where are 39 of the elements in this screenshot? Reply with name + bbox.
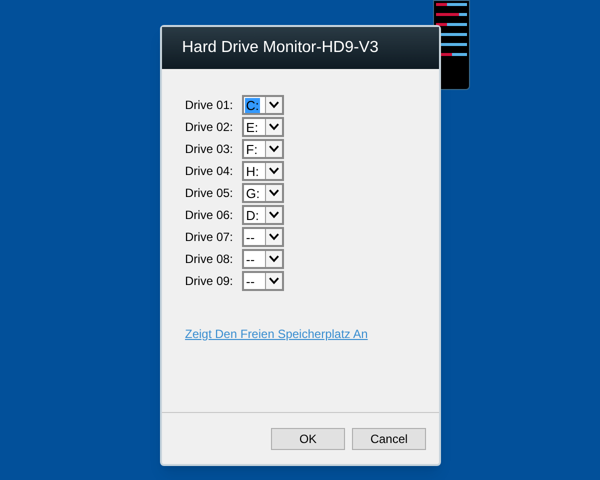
drive-select[interactable]: D: bbox=[242, 205, 284, 225]
drive-select[interactable]: -- bbox=[242, 227, 284, 247]
chevron-icon bbox=[265, 273, 282, 289]
chevron-icon bbox=[265, 141, 282, 157]
select-value: G: bbox=[245, 186, 261, 200]
drive-label: Drive 06: bbox=[185, 207, 234, 224]
drive-select[interactable]: G: bbox=[242, 183, 284, 203]
chevron-icon bbox=[265, 163, 282, 179]
drive-select[interactable]: E: bbox=[242, 117, 284, 137]
select-value: -- bbox=[245, 230, 256, 244]
chevron-icon bbox=[265, 251, 282, 267]
select-value: D: bbox=[245, 208, 260, 222]
dialog-button[interactable]: Cancel bbox=[352, 428, 426, 450]
select-value: H: bbox=[245, 164, 260, 178]
chevron-icon bbox=[265, 229, 282, 245]
chevron-icon bbox=[265, 207, 282, 223]
drive-label: Drive 03: bbox=[185, 141, 234, 158]
select-value: -- bbox=[245, 252, 256, 266]
chevron-icon bbox=[265, 97, 282, 113]
chevron-icon bbox=[265, 119, 282, 135]
drive-label: Drive 07: bbox=[185, 229, 234, 246]
drive-select[interactable]: H: bbox=[242, 161, 284, 181]
select-value: -- bbox=[245, 274, 256, 288]
drive-label: Drive 05: bbox=[185, 185, 234, 202]
chevron-icon bbox=[265, 185, 282, 201]
select-value: C: bbox=[245, 98, 260, 112]
drive-label: Drive 09: bbox=[185, 273, 234, 290]
drive-label: Drive 02: bbox=[185, 119, 234, 136]
drive-label: Drive 08: bbox=[185, 251, 234, 268]
dialog-button[interactable]: OK bbox=[271, 428, 345, 450]
drive-select[interactable]: F: bbox=[242, 139, 284, 159]
drive-label: Drive 01: bbox=[185, 97, 234, 114]
select-value: E: bbox=[245, 120, 260, 134]
drive-select[interactable]: -- bbox=[242, 271, 284, 291]
drive-select[interactable]: -- bbox=[242, 249, 284, 269]
select-value: F: bbox=[245, 142, 259, 156]
drive-select[interactable]: C: bbox=[242, 95, 284, 115]
drive-label: Drive 04: bbox=[185, 163, 234, 180]
window-title: Hard Drive Monitor-HD9-V3 bbox=[182, 38, 378, 58]
